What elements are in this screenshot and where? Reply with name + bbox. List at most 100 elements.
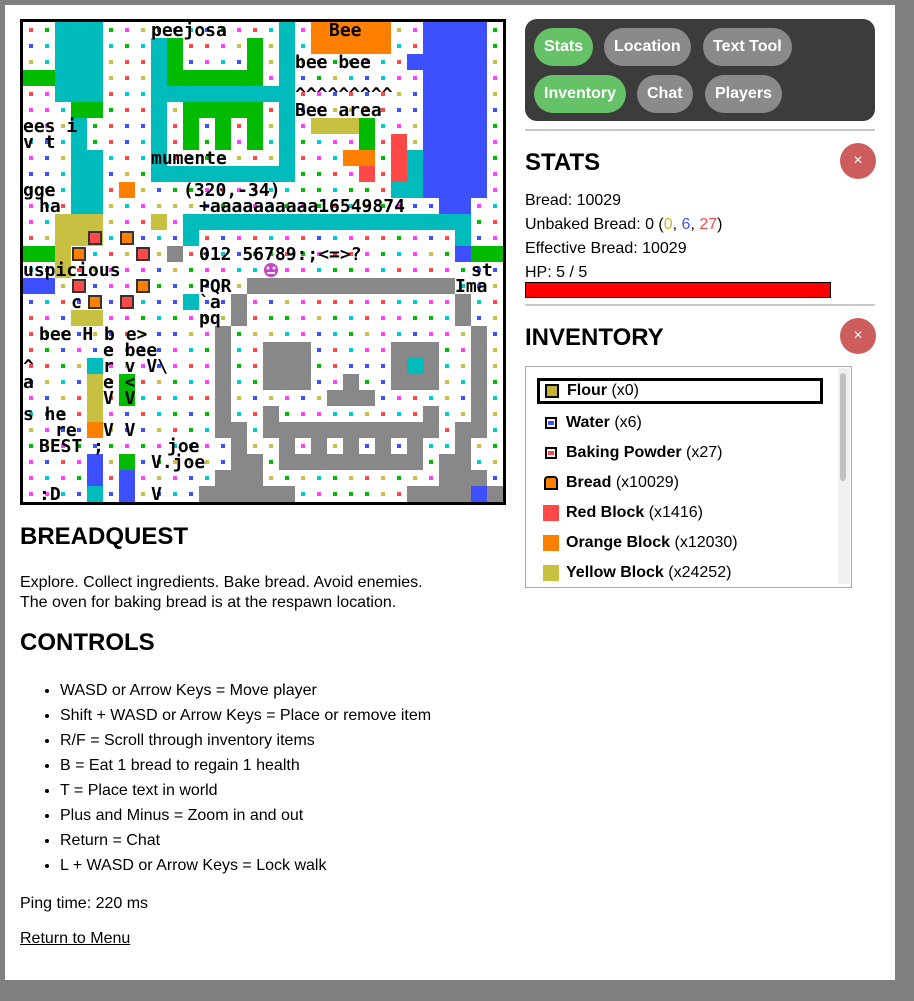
ground-dot (29, 92, 33, 96)
return-to-menu-link[interactable]: Return to Menu (20, 930, 130, 948)
ground-dot (253, 412, 257, 416)
ground-dot (397, 124, 401, 128)
tab-text-tool[interactable]: Text Tool (703, 28, 792, 66)
inventory-item-flour[interactable]: Flour (x0) (537, 378, 823, 404)
ground-dot (45, 60, 49, 64)
inventory-item-label: Water (x6) (566, 414, 642, 431)
ground-dot (189, 396, 193, 400)
ground-dot (285, 332, 289, 336)
ground-dot (429, 316, 433, 320)
inventory-item-bread[interactable]: Bread (x10029) (537, 470, 823, 496)
world-text: bee bee (295, 52, 371, 73)
description-line: The oven for baking bread is at the resp… (20, 593, 397, 611)
inventory-item-label: Bread (x10029) (566, 474, 679, 491)
inventory-scrollbar[interactable] (838, 368, 850, 584)
ground-dot (413, 300, 417, 304)
ground-dot (317, 492, 321, 496)
ground-dot (381, 236, 385, 240)
ground-dot (285, 188, 289, 192)
ground-dot (333, 444, 337, 448)
inventory-item-red-block[interactable]: Red Block (x1416) (537, 500, 823, 526)
stats-close-button[interactable]: × (840, 143, 876, 179)
world-text: uspicious (23, 260, 121, 281)
hp-bar-fill (526, 283, 830, 297)
game-description: Explore. Collect ingredients. Bake bread… (20, 573, 423, 612)
ground-dot (125, 220, 129, 224)
ground-dot (45, 172, 49, 176)
ground-dot (445, 380, 449, 384)
ground-dot (269, 44, 273, 48)
ground-dot (61, 316, 65, 320)
ground-dot (301, 396, 305, 400)
tab-inventory[interactable]: Inventory (534, 75, 627, 113)
ground-dot (445, 300, 449, 304)
ground-dot (61, 396, 65, 400)
ground-dot (301, 444, 305, 448)
ground-dot (61, 156, 65, 160)
ground-dot (493, 476, 497, 480)
ground-dot (29, 28, 33, 32)
ground-dot (493, 396, 497, 400)
ground-dot (317, 236, 321, 240)
ground-dot (189, 268, 193, 272)
ground-dot (157, 412, 161, 416)
ground-dot (173, 140, 177, 144)
ground-dot (29, 108, 33, 112)
ground-dot (141, 380, 145, 384)
ground-dot (429, 252, 433, 256)
ground-dot (317, 76, 321, 80)
ground-dot (333, 76, 337, 80)
ground-dot (221, 236, 225, 240)
ground-dot (397, 44, 401, 48)
tab-location[interactable]: Location (604, 28, 691, 66)
ground-dot (61, 140, 65, 144)
ground-dot (493, 444, 497, 448)
ground-dot (45, 316, 49, 320)
ground-dot (381, 188, 385, 192)
ground-dot (109, 444, 113, 448)
ground-dot (29, 476, 33, 480)
ground-dot (301, 316, 305, 320)
ground-dot (253, 316, 257, 320)
tab-players[interactable]: Players (705, 75, 782, 113)
ground-dot (381, 316, 385, 320)
inventory-item-water[interactable]: Water (x6) (537, 410, 823, 436)
inventory-item-orange-block[interactable]: Orange Block (x12030) (537, 530, 823, 556)
ground-dot (157, 284, 161, 288)
world-view[interactable]: peejosa Bee bee bee ^^^^^^^^^ Bee area e… (23, 22, 503, 502)
tab-stats[interactable]: Stats (534, 28, 594, 66)
red-block-icon (543, 505, 559, 521)
ground-dot (493, 172, 497, 176)
world-text: V (151, 484, 162, 502)
ground-dot (141, 108, 145, 112)
ground-dot (381, 332, 385, 336)
game-canvas[interactable]: peejosa Bee bee bee ^^^^^^^^^ Bee area e… (20, 19, 506, 505)
ground-dot (365, 268, 369, 272)
ground-dot (445, 316, 449, 320)
flour-icon (545, 384, 559, 398)
ground-dot (285, 412, 289, 416)
ground-dot (365, 348, 369, 352)
inventory-scrollbar-thumb[interactable] (840, 373, 846, 481)
ground-dot (205, 124, 209, 128)
ground-dot (205, 236, 209, 240)
ground-dot (237, 124, 241, 128)
inventory-close-button[interactable]: × (840, 318, 876, 354)
ground-dot (429, 300, 433, 304)
ground-dot (365, 492, 369, 496)
ground-dot (45, 428, 49, 432)
ground-dot (301, 156, 305, 160)
tab-chat[interactable]: Chat (637, 75, 693, 113)
ground-dot (301, 300, 305, 304)
ground-dot (413, 28, 417, 32)
world-text: Bee area (295, 100, 382, 121)
ground-dot (333, 492, 337, 496)
ground-dot (109, 476, 113, 480)
inventory-item-yellow-block[interactable]: Yellow Block (x24252) (537, 560, 823, 586)
ground-dot (381, 380, 385, 384)
inventory-item-baking-powder[interactable]: Baking Powder (x27) (537, 440, 823, 466)
unbaked-flour-count: 0 (663, 216, 673, 233)
ground-dot (301, 476, 305, 480)
inventory-list[interactable]: Flour (x0) Water (x6) Baking Powder (x27… (525, 366, 852, 588)
ground-dot (237, 60, 241, 64)
